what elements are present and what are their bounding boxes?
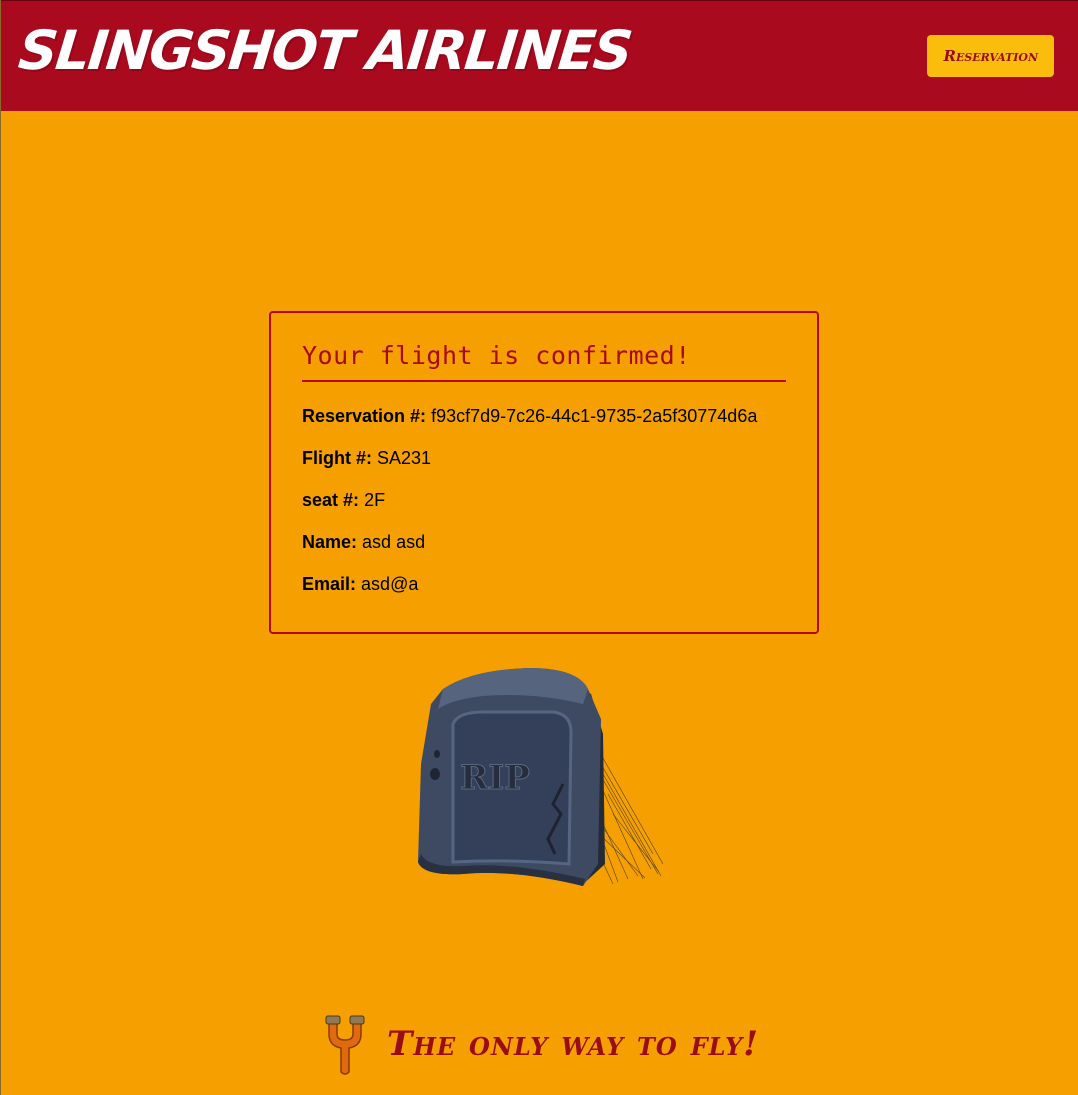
name-label: Name: [302, 532, 358, 552]
reservation-number-label: Reservation #: [302, 406, 427, 426]
slingshot-icon [325, 1015, 365, 1075]
reservation-button[interactable]: Reservation [927, 35, 1054, 77]
tombstone-icon: RIP [418, 668, 663, 886]
name-value: asd asd [362, 532, 426, 552]
site-footer: The only way to fly! [1, 1012, 1078, 1082]
brand-logo: Slingshot Airlines [15, 19, 634, 82]
confirmation-card: Your flight is confirmed! Reservation #:… [269, 311, 819, 634]
email-row: Email: asd@a [302, 574, 786, 594]
tombstone-engraving: RIP [460, 758, 530, 798]
seat-number-value: 2F [364, 490, 386, 510]
reservation-number-row: Reservation #: f93cf7d9-7c26-44c1-9735-2… [302, 406, 786, 426]
flight-number-value: SA231 [377, 448, 432, 468]
name-row: Name: asd asd [302, 532, 786, 552]
email-label: Email: [302, 574, 357, 594]
flight-number-row: Flight #: SA231 [302, 448, 786, 468]
footer-tagline: The only way to fly! [386, 1024, 760, 1064]
flight-number-label: Flight #: [302, 448, 372, 468]
site-header: Slingshot Airlines Reservation [1, 0, 1078, 111]
seat-number-row: seat #: 2F [302, 490, 786, 510]
seat-number-label: seat #: [302, 490, 360, 510]
email-value: asd@a [361, 574, 419, 594]
reservation-number-value: f93cf7d9-7c26-44c1-9735-2a5f30774d6a [431, 406, 758, 426]
confirmation-title: Your flight is confirmed! [302, 341, 786, 382]
